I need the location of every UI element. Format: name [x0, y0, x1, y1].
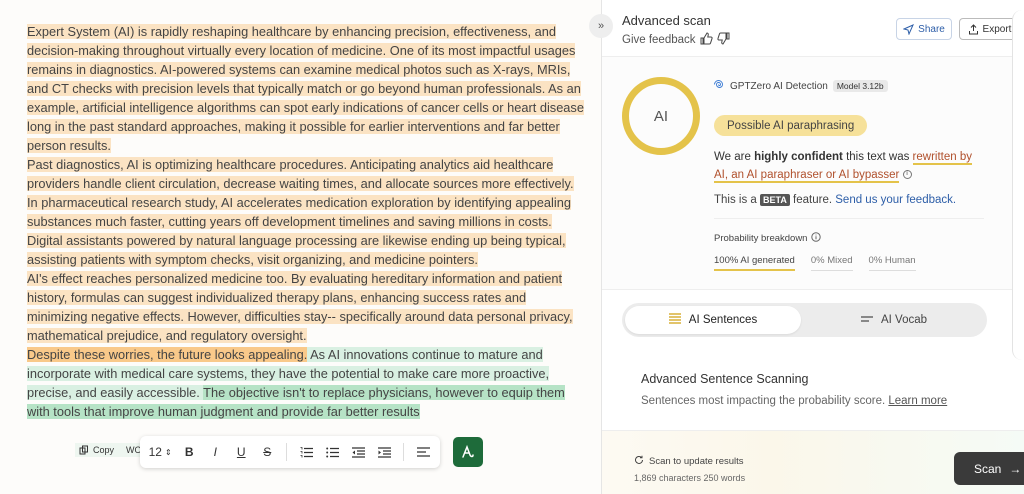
scan-update-label: Scan to update results — [649, 456, 744, 467]
thumbs-up-icon[interactable] — [700, 32, 713, 48]
updown-icon: ⇕ — [164, 447, 172, 457]
tab-ai-vocab[interactable]: AI Vocab — [804, 306, 984, 334]
paragraph-4: Despite these worries, the future looks … — [27, 345, 587, 421]
score-ring: AI — [622, 77, 700, 155]
thumbs-down-icon[interactable] — [716, 32, 730, 48]
scan-label: Scan — [974, 461, 1002, 476]
advanced-scanning-title: Advanced Sentence Scanning — [641, 372, 809, 386]
confidence-bold: highly confident — [754, 151, 843, 163]
copy-icon — [79, 445, 88, 455]
toolbar-divider — [403, 443, 404, 461]
paragraph-2: Past diagnostics, AI is optimizing healt… — [27, 155, 587, 269]
export-button[interactable]: Export — [959, 18, 1020, 40]
text-editor[interactable]: Expert System (AI) is rapidly reshaping … — [0, 0, 601, 494]
highlight-orange: AI's effect reaches personalized medicin… — [27, 271, 573, 343]
prob-human: 0% Human — [868, 255, 916, 271]
ring-label: AI — [653, 107, 669, 125]
indent-icon[interactable] — [377, 442, 391, 462]
copy-button[interactable]: Copy WO — [75, 443, 146, 457]
ai-scribble-icon — [462, 444, 474, 458]
scan-panel: Advanced scan Give feedback Share Export… — [601, 0, 1024, 494]
send-icon — [903, 23, 915, 35]
advanced-scanning-description: Sentences most impacting the probability… — [641, 395, 947, 407]
bold-button[interactable]: B — [182, 442, 196, 462]
strike-button[interactable]: S — [260, 442, 274, 462]
feedback-link[interactable]: Send us your feedback. — [835, 194, 956, 206]
bottom-bar: Scan to update results 1,869 characters … — [602, 430, 1024, 494]
model-badge: Model 3.12b — [832, 80, 888, 92]
info-icon[interactable] — [811, 232, 822, 245]
paragraph-1: Expert System (AI) is rapidly reshaping … — [27, 22, 587, 155]
learn-more-link[interactable]: Learn more — [888, 395, 947, 407]
beta-notice: This is a BETA feature. Send us your fee… — [714, 194, 956, 206]
probability-title: Probability breakdown — [714, 232, 822, 245]
confidence-pre: We are — [714, 151, 755, 163]
character-word-count: 1,869 characters 250 words — [634, 473, 746, 483]
refresh-icon — [634, 455, 644, 468]
detector-name: GPTZero AI Detection — [730, 80, 828, 92]
prob-mixed: 0% Mixed — [810, 255, 853, 271]
italic-button[interactable]: I — [208, 442, 222, 462]
card-divider — [714, 218, 984, 219]
editor-text[interactable]: Expert System (AI) is rapidly reshaping … — [27, 22, 587, 421]
feedback-row: Give feedback — [622, 32, 730, 48]
advanced-desc-text: Sentences most impacting the probability… — [641, 395, 889, 407]
feedback-label: Give feedback — [622, 34, 696, 46]
scan-update-hint: Scan to update results — [634, 455, 744, 468]
paragraph-3: AI's effect reaches personalized medicin… — [27, 269, 587, 345]
arrow-right-icon: → — [1009, 461, 1022, 476]
share-label: Share — [918, 23, 945, 35]
tab-ai-vocab-label: AI Vocab — [880, 314, 928, 326]
underline-button[interactable]: U — [234, 442, 248, 462]
highlight-orange: Past diagnostics, AI is optimizing healt… — [27, 157, 574, 267]
view-toggle: AI Sentences AI Vocab — [622, 303, 987, 337]
double-chevron-right-icon: » — [597, 20, 605, 32]
prob-ai: 100% AI generated — [714, 255, 795, 271]
scan-button[interactable]: Scan → — [954, 452, 1024, 485]
confidence-statement: We are highly confident this text was re… — [714, 148, 979, 184]
detector-label: GPTZero AI Detection Model 3.12b — [714, 79, 888, 93]
highlight-orange-strong: Despite these worries, the future looks … — [27, 347, 308, 362]
verdict-badge: Possible AI paraphrasing — [714, 115, 868, 136]
probability-breakdown: 100% AI generated 0% Mixed 0% Human — [714, 255, 916, 271]
align-left-icon[interactable] — [416, 442, 430, 462]
result-card: AI GPTZero AI Detection Model 3.12b Poss… — [602, 56, 1024, 290]
probability-label: Probability breakdown — [714, 233, 808, 244]
collapse-panel-button[interactable]: » — [589, 14, 613, 38]
info-icon[interactable]: i — [902, 170, 912, 180]
beta-badge: BETA — [760, 194, 790, 206]
copy-label: Copy — [93, 445, 115, 455]
export-label: Export — [982, 23, 1012, 35]
confidence-mid: this text was — [842, 151, 913, 163]
spiral-logo-icon — [714, 79, 725, 93]
beta-mid: feature. — [789, 194, 836, 206]
share-button[interactable]: Share — [896, 18, 952, 40]
ordered-list-icon[interactable] — [299, 442, 313, 462]
bullet-list-icon[interactable] — [325, 442, 339, 462]
tab-ai-sentences-label: AI Sentences — [688, 314, 758, 326]
outdent-icon[interactable] — [351, 442, 365, 462]
toolbar-divider — [286, 443, 288, 461]
lines-icon — [668, 313, 681, 327]
tab-ai-sentences[interactable]: AI Sentences — [625, 306, 801, 334]
vocab-lines-icon — [860, 314, 873, 326]
highlight-orange: Expert System (AI) is rapidly reshaping … — [27, 24, 584, 153]
panel-title: Advanced scan — [622, 13, 711, 28]
side-drawer-edge[interactable] — [1012, 10, 1024, 360]
format-toolbar: 12 ⇕ B I U S — [140, 436, 440, 468]
ai-assist-button[interactable] — [453, 437, 483, 467]
beta-pre: This is a — [714, 194, 761, 206]
font-size-select[interactable]: 12 ⇕ — [149, 442, 172, 462]
export-icon — [968, 23, 978, 34]
